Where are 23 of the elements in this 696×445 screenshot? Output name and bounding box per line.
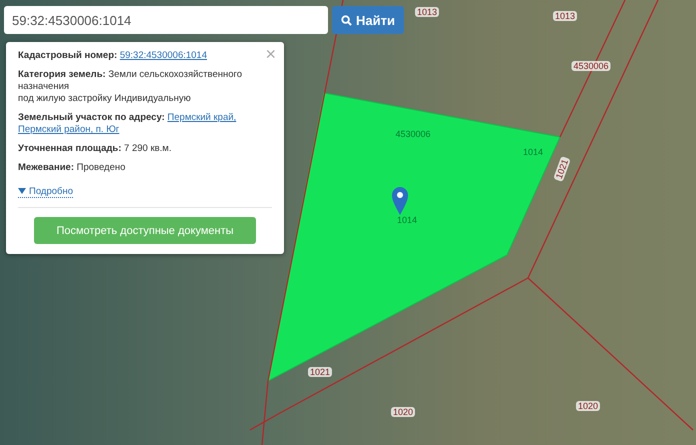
field-link[interactable]: 59:32:4530006:1014 (120, 50, 207, 61)
info-field: Категория земель: Земли сельскохозяйственного назначения под жилую застройку Индивидуальную (18, 69, 254, 105)
search-icon (341, 14, 352, 26)
parcel-number-label: 4530006 (571, 61, 611, 71)
parcel-number-label: 1020 (390, 407, 416, 417)
parcel-number-label: 1013 (414, 7, 440, 17)
details-toggle[interactable]: Подробно (18, 186, 73, 198)
parcel-number-label: 1013 (552, 11, 578, 21)
search-field[interactable]: 59:32:4530006:1014 (4, 6, 328, 34)
info-field: Кадастровый номер: 59:32:4530006:1014 (18, 50, 254, 62)
parcel-number-label: 1014 (396, 215, 418, 225)
field-link[interactable]: Пермский район, п. Юг (18, 124, 120, 135)
info-field: Земельный участок по адресу: Пермский край, Пермский район, п. Юг (18, 112, 254, 136)
field-link[interactable]: Пермский край, (167, 112, 236, 123)
caret-icon (18, 188, 26, 194)
parcel-number-label: 4530006 (395, 129, 431, 139)
location-pin-icon[interactable] (392, 187, 408, 215)
search-button[interactable]: Найти (332, 6, 404, 34)
info-field: Уточненная площадь: 7 290 кв.м. (18, 143, 254, 155)
parcel-number-label: 1014 (522, 147, 544, 157)
info-field: Межевание: Проведено (18, 162, 254, 174)
parcel-number-label: 1020 (576, 401, 600, 411)
parcel-number-label: 1021 (308, 367, 332, 377)
